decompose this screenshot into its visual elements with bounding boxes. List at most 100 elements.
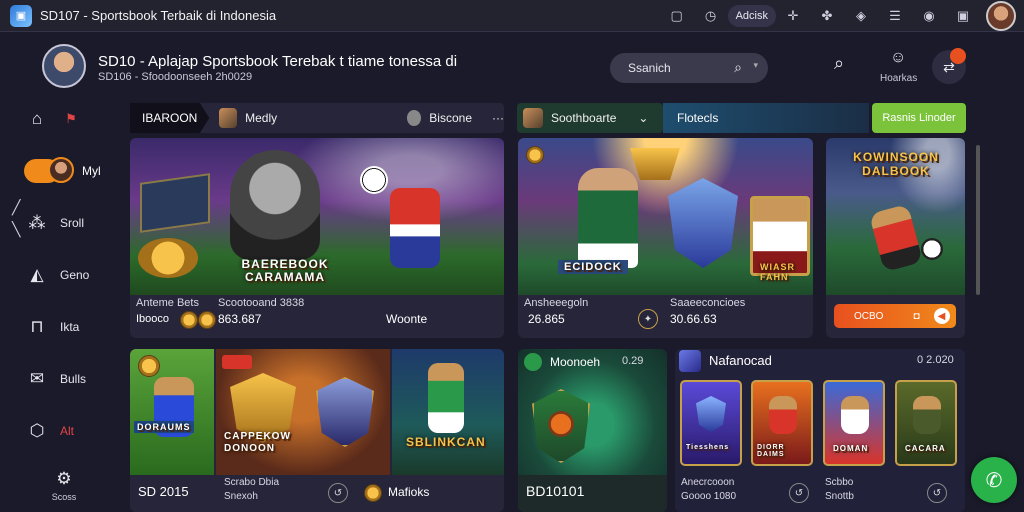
helmet-figure (230, 150, 320, 260)
row2-card-b[interactable]: Moonoeh 0.29 BD10101 (518, 349, 667, 512)
hero-art-text: ECIDOCK (558, 260, 628, 274)
coin-icon (138, 355, 160, 377)
notification-badge[interactable]: ⇄ (932, 48, 966, 84)
tag-icon[interactable]: ◈ (850, 5, 872, 27)
football-icon (921, 238, 943, 260)
game-icon (524, 353, 542, 371)
sidebar-item-my[interactable]: Myl (24, 157, 104, 185)
crest-icon (630, 148, 680, 180)
search-placeholder: Ssanich (628, 61, 671, 75)
card-meta: Ansheeegoln Saaeeconcioes 26.865 ✦ 30.66… (518, 295, 813, 338)
info-icon[interactable]: ↺ (927, 483, 947, 503)
user-avatar[interactable] (986, 1, 1016, 31)
profile-icon[interactable]: ◉ (918, 5, 940, 27)
network-icon: ⁂ (28, 213, 46, 232)
sidebar-item-label: Ikta (60, 320, 80, 334)
meta-value: 26.865 (528, 312, 565, 326)
football-icon (360, 166, 388, 194)
sidebar-item-bulls[interactable]: ✉ Bulls (26, 366, 118, 392)
clock-icon[interactable]: ◷ (700, 5, 722, 27)
window-icon[interactable]: ▣ (952, 5, 974, 27)
sound-icon: ◀ (933, 308, 950, 324)
tab-ibaroon[interactable]: IBAROON (130, 103, 210, 133)
sidebar-item-label: Geno (60, 268, 90, 282)
sidebar-item-geno[interactable]: ◭ Geno (26, 262, 118, 288)
page-subtitle: SD106 - Sfoodoonseeh 2h0029 (98, 71, 253, 83)
tab-biscone[interactable]: Biscone (429, 111, 472, 125)
sidebar-item-home[interactable]: ⌂ ⚑ (26, 106, 118, 132)
meta-title: Ansheeegoln (524, 297, 589, 309)
search-input[interactable]: Ssanich ⌕ ▾ (610, 53, 768, 83)
notifications-label: Hoarkas (880, 73, 918, 84)
player-figure (390, 188, 440, 268)
puzzle-icon[interactable]: ✤ (816, 5, 838, 27)
settings-icon: ⚙ (56, 469, 72, 488)
meta-value: Woonte (386, 312, 428, 326)
sidebar-item-alt[interactable]: ⬡ Alt (26, 418, 118, 444)
meta-value: Ibooco (136, 313, 170, 325)
hero-card-3[interactable]: KOWINSOON DALBOOK OCBO ◘ ◀ (826, 138, 965, 338)
sidebar-item-label: Bulls (60, 372, 87, 386)
mini-card[interactable]: DOMAN (823, 380, 885, 466)
row2-card-a[interactable]: DORAUMS CAPPEKOW DONOON SBLINKCAN SD 201… (130, 349, 504, 512)
chat-fab-button[interactable]: ✆ (971, 457, 1017, 503)
collapse-handle-icon[interactable]: ╱ ╲ (12, 196, 20, 240)
header-avatar[interactable] (42, 44, 86, 88)
meta-title: Scootooand 3838 (218, 297, 305, 309)
card-meta: Anteme Bets Scootooand 3838 Ibooco 863.6… (130, 295, 504, 338)
flag-icon: ⚑ (65, 111, 77, 126)
info-icon[interactable]: ↺ (789, 483, 809, 503)
card-title: Nafanocad (709, 353, 772, 368)
titlebar-pill[interactable]: Adcisk (727, 5, 776, 27)
meta-sub: Snottb (825, 491, 854, 502)
game-icon (679, 350, 701, 372)
hero-card-2[interactable]: ECIDOCK WIASR FAHN Ansheeegoln Saaeeconc… (518, 138, 813, 338)
sidebar-item-label: Alt (60, 424, 75, 438)
mini-card-label: DOMAN (833, 444, 869, 453)
player-figure (841, 396, 869, 434)
search-icon[interactable]: ⌕ (834, 53, 844, 74)
mini-card[interactable]: DIORR DAIMS (751, 380, 813, 466)
meta-value: BD10101 (526, 483, 585, 499)
search-icon[interactable]: ⌕ (734, 59, 742, 76)
list-icon[interactable]: ☰ (884, 5, 906, 27)
info-icon[interactable]: ↺ (328, 483, 348, 503)
mini-card[interactable]: CACARA (895, 380, 957, 466)
meta-title: Scbbo (825, 477, 854, 488)
card-art-text: CAPPEKOW DONOON (224, 431, 291, 454)
rasnis-button[interactable]: Rasnis Linoder (872, 103, 966, 133)
more-menu-icon[interactable]: ··· (492, 111, 504, 125)
scrollbar[interactable] (976, 145, 980, 295)
sidebar-item-sroll[interactable]: ⁂ Sroll (26, 210, 118, 236)
card-art-text: DORAUMS (134, 421, 194, 433)
coins-graphic (138, 238, 198, 278)
player-figure (769, 396, 797, 434)
hero-art-text: KOWINSOON DALBOOK (853, 150, 939, 178)
meta-value: SD 2015 (138, 484, 189, 499)
message-icon[interactable]: ▢ (666, 5, 688, 27)
player-figure (428, 363, 464, 433)
meta-title: Scrabo Dbia (224, 477, 280, 488)
page-title: SD10 - Aplajap Sportsbook Terebak t tiam… (98, 53, 458, 70)
tabbar-right: Soothboarte ⌄ Flotecls Rasnis Linoder (517, 103, 966, 133)
window-title: SD107 - Sportsbook Terbaik di Indonesia (40, 8, 277, 23)
emoji-icon[interactable]: ☺ (890, 49, 906, 67)
sidebar-item-settings[interactable]: ⚙ Scoss (44, 468, 84, 508)
plus-icon[interactable]: ✛ (782, 5, 804, 27)
tab-medly[interactable]: Medly (245, 111, 277, 125)
sidebar-item-label: Myl (82, 164, 101, 178)
row2-card-c[interactable]: Nafanocad 0 2.020 Tiesshens DIORR DAIMS … (675, 349, 965, 512)
button-label: OCBO (854, 310, 884, 322)
mini-card[interactable]: Tiesshens (680, 380, 742, 466)
home-icon: ⌂ (31, 109, 43, 128)
player-figure (578, 168, 638, 268)
card-meta: BD10101 (518, 475, 667, 512)
play-button[interactable]: OCBO ◘ ◀ (834, 304, 956, 328)
tab-soothboarte[interactable]: Soothboarte ⌄ (517, 103, 663, 133)
hero-card-1[interactable]: BAEREBOOK CARAMAMA Anteme Bets Scootooan… (130, 138, 504, 338)
sidebar-item-ikta[interactable]: ⊓ Ikta (26, 314, 118, 340)
hero-art: ECIDOCK WIASR FAHN (518, 138, 813, 295)
hero-badge-text: WIASR FAHN (760, 262, 795, 282)
hexagon-icon: ⬡ (29, 421, 45, 440)
tab-flotecls[interactable]: Flotecls (663, 103, 869, 133)
